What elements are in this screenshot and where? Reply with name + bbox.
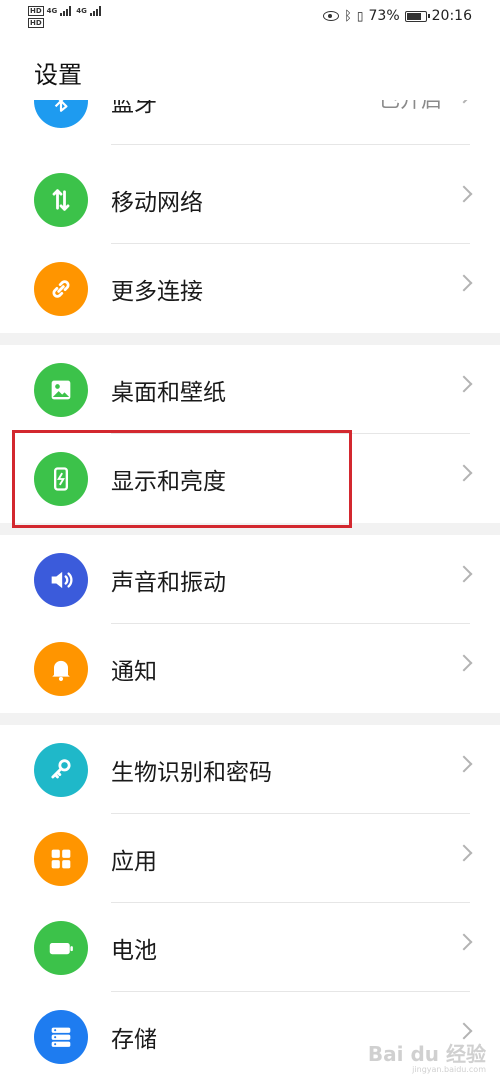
settings-item-label: 声音和振动 (111, 570, 226, 596)
settings-item-biometrics-password[interactable]: 生物识别和密码 (0, 725, 500, 814)
hd-badge-2: HD (28, 18, 44, 28)
chevron-right-icon (455, 274, 473, 292)
mobile-network-icon (34, 173, 88, 227)
signal-bars-icon-2 (89, 6, 101, 16)
chevron-right-icon (455, 844, 473, 862)
watermark: Bai du 经验 jingyan.baidu.com (368, 1038, 486, 1074)
highlight-box (12, 430, 352, 528)
hd-badge: HD (28, 6, 44, 16)
battery-icon (34, 921, 88, 975)
battery-status-icon (404, 10, 430, 22)
chevron-right-icon (455, 565, 473, 583)
settings-item-mobile-network[interactable]: 移动网络 (0, 155, 500, 244)
chevron-right-icon (455, 185, 473, 203)
chevron-right-icon (455, 755, 473, 773)
status-bar: HD 4G 4G HD ᛒ ▯ 73% 20:16 (0, 0, 500, 36)
page-title: 设置 (34, 61, 82, 89)
clock: 20:16 (431, 8, 472, 24)
vibrate-icon: ▯ (356, 9, 364, 23)
key-icon (34, 743, 88, 797)
battery-percent: 73% (368, 8, 400, 24)
chevron-right-icon (455, 933, 473, 951)
apps-grid-icon (34, 832, 88, 886)
speaker-icon (34, 553, 88, 607)
chevron-right-icon (455, 100, 473, 104)
settings-item-label: 生物识别和密码 (111, 760, 272, 786)
network-type-2: 4G (76, 7, 87, 15)
bluetooth-status-value: 已开启 (379, 88, 442, 112)
settings-item-notifications[interactable]: 通知 (0, 624, 500, 713)
storage-icon (34, 1010, 88, 1064)
settings-item-sound-vibration[interactable]: 声音和振动 (0, 535, 500, 624)
divider (111, 144, 470, 145)
bluetooth-status-icon: ᛒ (344, 8, 352, 24)
settings-item-label: 存储 (111, 1027, 157, 1053)
watermark-text: Bai du 经验 (367, 1042, 486, 1066)
settings-item-battery[interactable]: 电池 (0, 903, 500, 992)
eye-comfort-icon (323, 11, 340, 21)
settings-item-label: 移动网络 (111, 190, 203, 216)
signal-bars-icon (60, 6, 72, 16)
signal-indicators: HD 4G 4G HD (28, 6, 101, 28)
watermark-url: jingyan.baidu.com (412, 1065, 486, 1074)
settings-item-label: 桌面和壁纸 (111, 380, 226, 406)
section-gap (0, 713, 500, 725)
settings-item-desktop-wallpaper[interactable]: 桌面和壁纸 (0, 345, 500, 434)
link-icon (34, 262, 88, 316)
section-gap (0, 333, 500, 345)
wallpaper-icon (34, 363, 88, 417)
chevron-right-icon (455, 654, 473, 672)
chevron-right-icon (455, 464, 473, 482)
chevron-right-icon (455, 1022, 473, 1040)
settings-item-more-connections[interactable]: 更多连接 (0, 244, 500, 333)
chevron-right-icon (455, 375, 473, 393)
bell-icon (34, 642, 88, 696)
status-icons: ᛒ ▯ 73% 20:16 (323, 8, 472, 24)
network-type-1: 4G (46, 7, 58, 15)
settings-item-label: 更多连接 (111, 279, 203, 305)
settings-item-label: 通知 (111, 659, 157, 685)
settings-item-label: 蓝牙 (111, 91, 157, 117)
settings-item-label: 应用 (111, 849, 157, 875)
settings-item-apps[interactable]: 应用 (0, 814, 500, 903)
settings-item-label: 电池 (111, 938, 157, 964)
